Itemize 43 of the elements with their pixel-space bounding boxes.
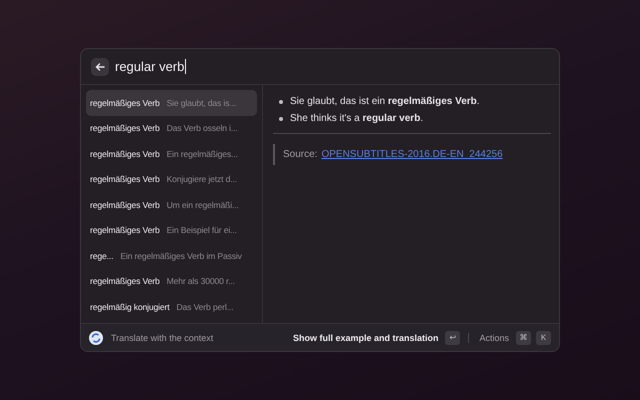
result-item[interactable]: rege... Ein regelmäßiges Verb im Passiv xyxy=(86,243,257,268)
source-label: Source: xyxy=(283,149,318,160)
back-arrow-icon xyxy=(95,62,105,72)
shortcut-key: K xyxy=(536,330,551,344)
result-term: regelmäßiges Verb xyxy=(90,98,160,108)
back-button[interactable] xyxy=(91,58,109,76)
result-item[interactable]: regelmäßiges Verb Sie glaubt, das is... xyxy=(86,90,257,116)
result-item[interactable]: regelmäßiges Verb Mehr als 30000 r... xyxy=(86,268,257,294)
result-snippet: Das Verb perl... xyxy=(176,302,234,312)
result-snippet: Ein regelmäßiges Verb im Passiv xyxy=(120,250,242,261)
result-snippet: Sie glaubt, das is... xyxy=(166,98,236,108)
enter-key: ↩ xyxy=(445,330,460,344)
result-item[interactable]: regelmäßiges Verb Ein regelmäßiges... xyxy=(86,141,257,166)
result-snippet: Um ein regelmäßi... xyxy=(166,200,239,210)
example-sentence: Sie glaubt, das ist ein regelmäßiges Verb. xyxy=(290,95,480,108)
result-term: regelmäßiges Verb xyxy=(90,200,160,210)
result-term: regelmäßiges Verb xyxy=(90,123,160,134)
app-logo-icon xyxy=(89,330,103,344)
result-snippet: Konjugiere jetzt d... xyxy=(166,174,237,184)
result-snippet: Mehr als 30000 r... xyxy=(166,276,235,286)
footer-title: Translate with the context xyxy=(111,332,214,342)
result-item[interactable]: regelmäßiges Verb Ein Beispiel für ei... xyxy=(86,218,257,243)
actions-button[interactable]: Actions xyxy=(477,332,511,342)
source-link[interactable]: OPENSUBTITLES-2016.DE-EN_244256 xyxy=(321,149,503,160)
bullet-icon xyxy=(279,116,283,120)
bullet-icon xyxy=(279,100,283,104)
result-item[interactable]: regelmäßig konjugiert Das Verb perl... xyxy=(86,294,257,320)
result-snippet: Ein Beispiel für ei... xyxy=(166,225,237,236)
result-item[interactable]: regelmäßiges Verb Konjugiere jetzt d... xyxy=(86,166,257,192)
primary-action-button[interactable]: Show full example and translation xyxy=(290,332,440,342)
example-sentence: She thinks it's a regular verb. xyxy=(290,112,424,125)
result-item[interactable]: regelmäßiges Verb Um ein regelmäßi... xyxy=(86,192,257,218)
result-term: regelmäßiges Verb xyxy=(90,174,160,184)
result-term: regelmäßiges Verb xyxy=(90,225,160,236)
result-item[interactable]: regelmäßiges Verb Das Verb osseln i... xyxy=(86,116,257,141)
result-snippet: Das Verb osseln i... xyxy=(166,123,238,134)
result-term: regelmäßiges Verb xyxy=(90,276,160,286)
result-term: regelmäßig konjugiert xyxy=(90,302,170,312)
result-term: regelmäßiges Verb xyxy=(90,148,160,159)
search-field[interactable]: regular verb xyxy=(115,59,186,74)
result-snippet: Ein regelmäßiges... xyxy=(166,148,238,159)
shortcut-key: ⌘ xyxy=(516,330,531,344)
result-term: rege... xyxy=(90,250,114,261)
